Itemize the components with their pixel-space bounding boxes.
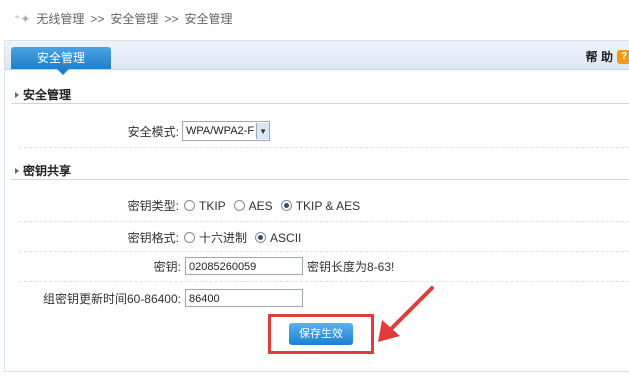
radio-button[interactable] [184, 200, 195, 211]
key-hint: 密钥长度为8-63! [307, 259, 395, 274]
section-title: 安全管理 [23, 88, 72, 102]
group-key-label: 组密钥更新时间60-86400: [42, 291, 181, 306]
breadcrumb-separator: >> [90, 11, 105, 26]
security-mode-label: 安全模式: [127, 124, 179, 139]
option-label: TKIP [199, 198, 226, 213]
option-label: TKIP & AES [295, 198, 361, 213]
divider [11, 103, 629, 104]
key-label: 密钥: [153, 259, 181, 274]
divider [19, 221, 629, 222]
tab-security[interactable]: 安全管理 [11, 47, 111, 69]
tab-bar: 安全管理 帮 助 ? [5, 41, 629, 75]
key-format-option-ascii[interactable]: ASCII [255, 231, 301, 245]
key-type-option-aes[interactable]: AES [233, 198, 273, 213]
top-bar: ⁺✦ 无线管理 >> 安全管理 >> 安全管理 [0, 0, 629, 36]
security-mode-row: 安全模式: WPA/WPA2-F ▼ [5, 121, 271, 141]
breadcrumb-icon: ⁺✦ [14, 11, 31, 26]
key-row: 密钥: 02085260059 密钥长度为8-63! [5, 257, 394, 275]
key-format-option-hex[interactable]: 十六进制 [184, 229, 247, 246]
breadcrumb-item[interactable]: 安全管理 [110, 10, 158, 27]
option-label: AES [248, 198, 273, 213]
section-arrow-icon [15, 167, 19, 174]
key-type-option-tkip[interactable]: TKIP [184, 199, 226, 213]
save-button[interactable]: 保存生效 [289, 323, 353, 345]
chevron-down-icon: ▼ [256, 123, 270, 139]
section-title: 密钥共享 [23, 164, 72, 178]
help-label: 帮 助 [585, 50, 613, 64]
key-type-row: 密钥类型: TKIP AES TKIP & AES [5, 197, 368, 214]
security-mode-select[interactable]: WPA/WPA2-F ▼ [182, 121, 271, 141]
option-label: 十六进制 [199, 231, 248, 245]
key-format-label: 密钥格式: [127, 231, 179, 245]
section-security-header: 安全管理 [15, 86, 71, 103]
group-key-row: 组密钥更新时间60-86400: 86400 [5, 289, 303, 307]
divider [11, 179, 629, 180]
breadcrumb-item: 安全管理 [184, 12, 233, 26]
radio-button-selected[interactable] [255, 232, 267, 243]
divider [19, 281, 629, 282]
help-link[interactable]: 帮 助 ? [586, 48, 629, 65]
tab-indicator [57, 69, 69, 75]
breadcrumb: ⁺✦ 无线管理 >> 安全管理 >> 安全管理 [14, 10, 232, 27]
security-mode-value: WPA/WPA2-F [186, 125, 255, 137]
radio-button[interactable] [233, 200, 245, 211]
key-type-label: 密钥类型: [127, 199, 179, 213]
radio-button[interactable] [184, 232, 195, 243]
breadcrumb-separator: >> [164, 11, 179, 26]
breadcrumb-item[interactable]: 无线管理 [36, 10, 84, 27]
divider [19, 147, 629, 148]
option-label: ASCII [270, 230, 302, 245]
help-icon: ? [617, 49, 629, 64]
radio-button-selected[interactable] [280, 200, 292, 211]
key-format-row: 密钥格式: 十六进制 ASCII [5, 229, 309, 246]
annotation-arrow-icon [378, 286, 434, 342]
group-key-input[interactable]: 86400 [185, 289, 303, 307]
key-type-option-tkip-aes[interactable]: TKIP & AES [280, 198, 361, 213]
section-arrow-icon [15, 91, 19, 98]
key-input[interactable]: 02085260059 [185, 257, 303, 275]
divider [19, 251, 629, 252]
section-key-share-header: 密钥共享 [15, 162, 71, 179]
